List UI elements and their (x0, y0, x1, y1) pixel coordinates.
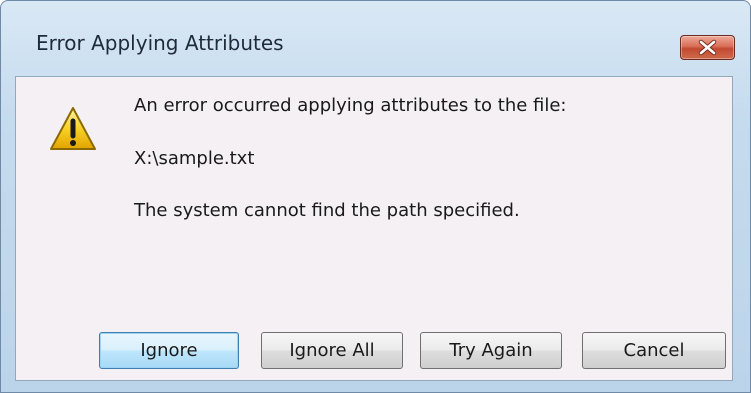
cancel-button[interactable]: Cancel (582, 332, 726, 369)
file-path-text: X:\sample.txt (134, 148, 255, 169)
dialog-title: Error Applying Attributes (36, 31, 284, 55)
warning-icon (50, 107, 96, 150)
try-again-button[interactable]: Try Again (420, 332, 562, 369)
error-detail-text: The system cannot find the path specifie… (134, 200, 520, 221)
error-message-line: An error occurred applying attributes to… (134, 95, 567, 116)
dialog-content: An error occurred applying attributes to… (15, 76, 733, 381)
close-button[interactable] (680, 35, 735, 60)
dialog-window: Error Applying Attributes An error occur… (0, 0, 751, 393)
close-icon (698, 39, 717, 56)
ignore-button[interactable]: Ignore (99, 332, 239, 369)
title-bar[interactable]: Error Applying Attributes (1, 1, 750, 76)
ignore-all-button[interactable]: Ignore All (261, 332, 403, 369)
